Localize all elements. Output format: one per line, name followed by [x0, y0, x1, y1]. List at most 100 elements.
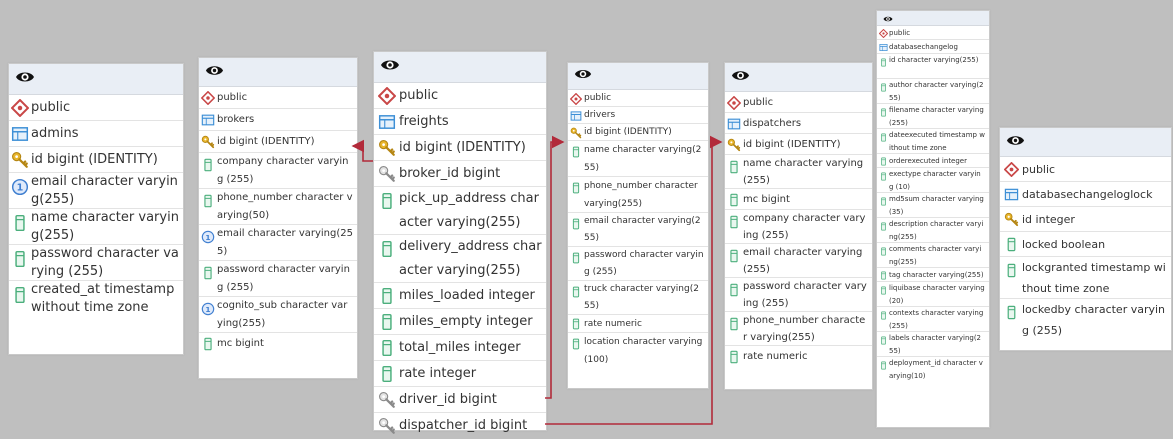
schema-row[interactable]: public — [877, 26, 989, 40]
table-name-row[interactable]: databasechangeloglock — [1000, 182, 1171, 207]
column-row[interactable]: contexts character varying (255) — [877, 307, 989, 332]
row-label: lockgranted timestamp without time zone — [1022, 261, 1166, 295]
column-row[interactable]: liquibase character varying (20) — [877, 282, 989, 307]
column-row[interactable]: 1 email character varying(255) — [9, 173, 183, 209]
table-name-row[interactable]: freights — [374, 109, 546, 135]
column-row[interactable]: delivery_address character varying(255) — [374, 235, 546, 283]
eye-icon[interactable] — [380, 55, 400, 79]
column-row[interactable]: id bigint (IDENTITY) — [9, 147, 183, 173]
column-row[interactable]: name character varying(255) — [9, 209, 183, 245]
column-row[interactable]: id bigint (IDENTITY) — [199, 131, 357, 153]
column-row[interactable]: rate numeric — [725, 346, 872, 367]
column-row[interactable]: tag character varying(255) — [877, 268, 989, 282]
table-header[interactable] — [725, 63, 872, 92]
column-row[interactable]: id bigint (IDENTITY) — [568, 124, 708, 141]
column-row[interactable]: created_at timestamp without time zone — [9, 281, 183, 317]
table-card-brokers[interactable]: public brokers id bigint (IDENTITY) company… — [198, 57, 358, 379]
schema-icon — [374, 83, 399, 109]
column-row[interactable]: id character varying(255) — [877, 54, 989, 79]
column-row[interactable]: password character varying (255) — [725, 278, 872, 312]
column-row[interactable]: email character varying(255) — [568, 213, 708, 247]
column-row[interactable]: phone_number character varying(50) — [199, 189, 357, 225]
column-row[interactable]: company character varying (255) — [199, 153, 357, 189]
table-header[interactable] — [374, 52, 546, 83]
column-row[interactable]: mc bigint — [199, 333, 357, 355]
column-row[interactable]: exectype character varying (10) — [877, 168, 989, 193]
column-row[interactable]: id bigint (IDENTITY) — [725, 134, 872, 155]
column-row[interactable]: phone_number character varying(255) — [568, 177, 708, 213]
column-row[interactable]: name character varying(255) — [725, 155, 872, 189]
schema-row[interactable]: public — [374, 83, 546, 109]
column-row[interactable]: total_miles integer — [374, 335, 546, 361]
eye-icon[interactable] — [1006, 131, 1025, 154]
table-header[interactable] — [568, 63, 708, 90]
schema-row[interactable]: public — [1000, 157, 1171, 182]
column-row[interactable]: deployment_id character varying(10) — [877, 357, 989, 382]
eye-icon[interactable] — [731, 66, 750, 89]
column-row[interactable]: name character varying(255) — [568, 141, 708, 177]
table-header[interactable] — [1000, 128, 1171, 157]
table-header[interactable] — [9, 64, 183, 95]
row-label: public — [889, 29, 911, 37]
column-icon — [568, 213, 584, 235]
column-row[interactable]: password character varying (255) — [199, 261, 357, 297]
column-row[interactable]: comments character varying(255) — [877, 243, 989, 268]
table-name-row[interactable]: dispatchers — [725, 113, 872, 134]
schema-row[interactable]: public — [9, 95, 183, 121]
column-row[interactable]: dateexecuted timestamp without time zone — [877, 129, 989, 154]
row-label: databasechangelog — [889, 43, 958, 51]
table-card-freights[interactable]: public freights id bigint (IDENTITY) broker… — [373, 51, 547, 434]
table-name-row[interactable]: drivers — [568, 107, 708, 124]
column-row[interactable]: filename character varying (255) — [877, 104, 989, 129]
column-row[interactable]: 1 cognito_sub character varying(255) — [199, 297, 357, 333]
eye-icon[interactable] — [205, 61, 224, 84]
column-icon — [877, 154, 889, 168]
column-row[interactable]: author character varying(255) — [877, 79, 989, 104]
table-name-row[interactable]: admins — [9, 121, 183, 147]
column-row[interactable]: miles_empty integer — [374, 309, 546, 335]
eye-icon[interactable] — [15, 67, 35, 91]
schema-row[interactable]: public — [725, 92, 872, 113]
column-row[interactable]: email character varying(255) — [725, 244, 872, 278]
column-row[interactable]: md5sum character varying (35) — [877, 193, 989, 218]
column-row[interactable]: labels character varying(255) — [877, 332, 989, 357]
schema-row[interactable]: public — [568, 90, 708, 107]
table-name-row[interactable]: brokers — [199, 109, 357, 131]
column-row[interactable]: locked boolean — [1000, 232, 1171, 257]
column-row[interactable]: id integer — [1000, 207, 1171, 232]
table-card-dispatchers[interactable]: public dispatchers id bigint (IDENTITY) nam… — [724, 62, 873, 390]
column-row[interactable]: phone_number character varying(255) — [725, 312, 872, 346]
column-row[interactable]: lockgranted timestamp without time zone — [1000, 257, 1171, 299]
column-row[interactable]: broker_id bigint — [374, 161, 546, 187]
column-row[interactable]: description character varying(255) — [877, 218, 989, 243]
column-row[interactable]: 1 email character varying(255) — [199, 225, 357, 261]
table-name-row[interactable]: databasechangelog — [877, 40, 989, 54]
column-row[interactable]: password character varying (255) — [9, 245, 183, 281]
column-row[interactable]: location character varying (100) — [568, 333, 708, 369]
table-header[interactable] — [199, 58, 357, 87]
column-row[interactable]: pick_up_address character varying(255) — [374, 187, 546, 235]
table-card-databasechangeloglock[interactable]: public databasechangeloglock id integer loc… — [999, 127, 1172, 351]
column-row[interactable]: company character varying (255) — [725, 210, 872, 244]
column-row[interactable]: dispatcher_id bigint — [374, 413, 546, 439]
column-row[interactable]: rate integer — [374, 361, 546, 387]
eye-icon[interactable] — [574, 65, 592, 87]
column-row[interactable]: rate numeric — [568, 315, 708, 333]
column-row[interactable]: id bigint (IDENTITY) — [374, 135, 546, 161]
column-row[interactable]: mc bigint — [725, 189, 872, 210]
table-card-admins[interactable]: public admins id bigint (IDENTITY) 1 email c… — [8, 63, 184, 355]
table-card-databasechangelog[interactable]: public databasechangelog id character vary… — [876, 10, 990, 428]
column-row[interactable]: lockedby character varying (255) — [1000, 299, 1171, 341]
row-label: description character varying(255) — [889, 220, 984, 241]
schema-row[interactable]: public — [199, 87, 357, 109]
eye-icon[interactable] — [883, 9, 893, 28]
table-card-drivers[interactable]: public drivers id bigint (IDENTITY) name ch… — [567, 62, 709, 389]
column-row[interactable]: truck character varying(255) — [568, 281, 708, 315]
column-row[interactable]: miles_loaded integer — [374, 283, 546, 309]
column-icon — [199, 261, 217, 285]
table-header[interactable] — [877, 11, 989, 26]
column-row[interactable]: driver_id bigint — [374, 387, 546, 413]
row-label: mc bigint — [743, 194, 790, 205]
column-row[interactable]: orderexecuted integer — [877, 154, 989, 168]
column-row[interactable]: password character varying (255) — [568, 247, 708, 281]
